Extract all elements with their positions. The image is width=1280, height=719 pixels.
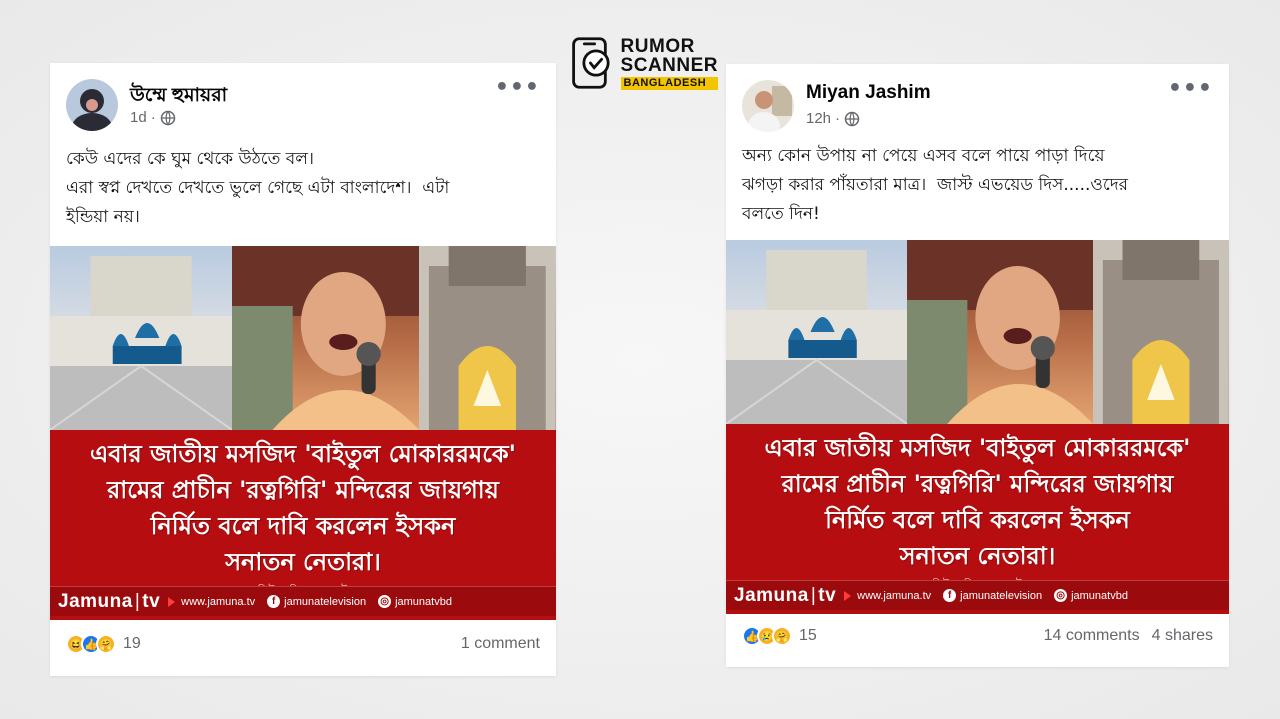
post-author[interactable]: Miyan Jashim: [806, 82, 931, 104]
post-time[interactable]: 1d: [130, 109, 147, 126]
instagram-handle: jamunatvbd: [1071, 589, 1128, 602]
speaker-photo: [232, 246, 420, 430]
reactions[interactable]: 👍 😢 🤗 15: [742, 626, 817, 646]
banner-line: সনাতন নেতারা।: [899, 542, 1056, 570]
mosque-photo: [726, 240, 908, 424]
temple-photo: [419, 246, 556, 430]
post-text: কেউ এদের কে ঘুম থেকে উঠতে বল। এরা স্বপ্ন…: [66, 145, 540, 232]
reaction-count: 15: [799, 627, 817, 644]
comments-count[interactable]: 1 comment: [461, 635, 540, 653]
website-label: www.jamuna.tv: [857, 589, 932, 602]
avatar[interactable]: [742, 80, 794, 132]
banner-line: নির্মিত বলে দাবি করলেন ইসকন: [150, 512, 456, 540]
avatar[interactable]: [66, 79, 118, 131]
banner-line: রামের প্রাচীন 'রত্নগিরি' মন্দিরের জায়গা…: [781, 470, 1174, 498]
banner-line: এবার জাতীয় মসজিদ 'বাইতুল মোকাররমকে': [764, 434, 1191, 462]
post-image[interactable]: এবার জাতীয় মসজিদ 'বাইতুল মোকাররমকে' রাম…: [726, 240, 1229, 614]
banner-line: এবার জাতীয় মসজিদ 'বাইতুল মোকাররমকে': [89, 440, 517, 468]
banner-headline: এবার জাতীয় মসজিদ 'বাইতুল মোকাররমকে' রাম…: [726, 430, 1229, 574]
post-header: উম্মে হুমায়রা 1d · •••: [66, 77, 540, 133]
care-reaction-icon: 🤗: [96, 634, 116, 654]
instagram-icon: ◎: [1054, 589, 1068, 602]
reactions[interactable]: 😆 👍 🤗 19: [66, 634, 141, 654]
globe-icon: [160, 110, 175, 125]
facebook-post-1: উম্মে হুমায়রা 1d · ••• কেউ এদের কে ঘুম …: [50, 63, 556, 676]
facebook-icon: f: [943, 589, 957, 602]
banner-headline: এবার জাতীয় মসজিদ 'বাইতুল মোকাররমকে' রাম…: [50, 436, 556, 580]
post-text-line: অন্য কোন উপায় না পেয়ে এসব বলে পায়ে পা…: [742, 146, 1105, 166]
banner-footer: Jamuna | tv www.jamuna.tv f jamunatelevisio…: [726, 580, 1229, 610]
post-text: অন্য কোন উপায় না পেয়ে এসব বলে পায়ে পা…: [742, 142, 1213, 229]
facebook-handle: jamunatelevision: [960, 589, 1043, 602]
news-banner: এবার জাতীয় মসজিদ 'বাইতুল মোকাররমকে' রাম…: [50, 430, 556, 620]
avatar-image: [742, 80, 794, 132]
avatar-image: [66, 79, 118, 131]
post-text-line: ইন্ডিয়া নয়।: [66, 207, 140, 227]
post-text-line: ঝগড়া করার পাঁয়তারা মাত্র। জাস্ট এভয়েড…: [742, 175, 1129, 195]
photo-collage: [50, 246, 556, 430]
globe-icon: [844, 111, 860, 126]
photo-collage: [726, 240, 1229, 424]
jamuna-tv-logo: Jamuna | tv: [734, 584, 837, 606]
rumor-scanner-logo: RUMOR SCANNER BANGLADESH: [568, 32, 718, 94]
phone-check-icon: [572, 37, 610, 89]
facebook-handle: jamunatelevision: [284, 595, 367, 608]
banner-footer: Jamuna | tv www.jamuna.tv f jamunatelevisio…: [50, 586, 556, 616]
banner-line: রামের প্রাচীন 'রত্নগিরি' মন্দিরের জায়গা…: [107, 476, 499, 504]
comments-count[interactable]: 14 comments: [1044, 627, 1140, 645]
post-meta: 12h ·: [806, 110, 860, 127]
temple-photo: [1093, 240, 1229, 424]
instagram-icon: ◎: [378, 595, 392, 608]
instagram-handle: jamunatvbd: [395, 595, 452, 608]
post-text-line: এরা স্বপ্ন দেখতে দেখতে ভুলে গেছে এটা বাং…: [66, 178, 450, 198]
banner-line: নির্মিত বলে দাবি করলেন ইসকন: [825, 506, 1130, 534]
logo-text-bangladesh: BANGLADESH: [620, 76, 718, 90]
speaker-photo: [907, 240, 1094, 424]
website-label: www.jamuna.tv: [181, 595, 256, 608]
more-options-icon[interactable]: •••: [495, 77, 540, 99]
post-image[interactable]: এবার জাতীয় মসজিদ 'বাইতুল মোকাররমকে' রাম…: [50, 246, 556, 620]
post-time[interactable]: 12h: [806, 110, 831, 127]
reaction-count: 19: [123, 635, 141, 652]
post-header: Miyan Jashim 12h · •••: [742, 78, 1213, 134]
news-banner: এবার জাতীয় মসজিদ 'বাইতুল মোকাররমকে' রাম…: [726, 424, 1229, 614]
post-text-line: কেউ এদের কে ঘুম থেকে উঠতে বল।: [66, 149, 314, 169]
play-icon: [168, 596, 176, 607]
banner-line: সনাতন নেতারা।: [225, 548, 381, 576]
post-stats: 👍 😢 🤗 15 14 comments 4 shares: [742, 622, 1213, 650]
shares-count[interactable]: 4 shares: [1152, 627, 1213, 645]
mosque-photo: [50, 246, 233, 430]
facebook-icon: f: [267, 595, 281, 608]
play-icon: [844, 590, 852, 601]
facebook-post-2: Miyan Jashim 12h · ••• অন্য কোন উপায় না…: [726, 64, 1229, 667]
post-stats: 😆 👍 🤗 19 1 comment: [66, 630, 540, 658]
jamuna-tv-logo: Jamuna | tv: [58, 590, 161, 612]
post-meta: 1d ·: [130, 109, 176, 126]
logo-text-scanner: SCANNER: [620, 54, 718, 76]
care-reaction-icon: 🤗: [772, 626, 792, 646]
post-text-line: বলতে দিন!: [742, 204, 820, 224]
more-options-icon[interactable]: •••: [1168, 78, 1213, 100]
logo-text-rumor: RUMOR: [620, 35, 695, 57]
